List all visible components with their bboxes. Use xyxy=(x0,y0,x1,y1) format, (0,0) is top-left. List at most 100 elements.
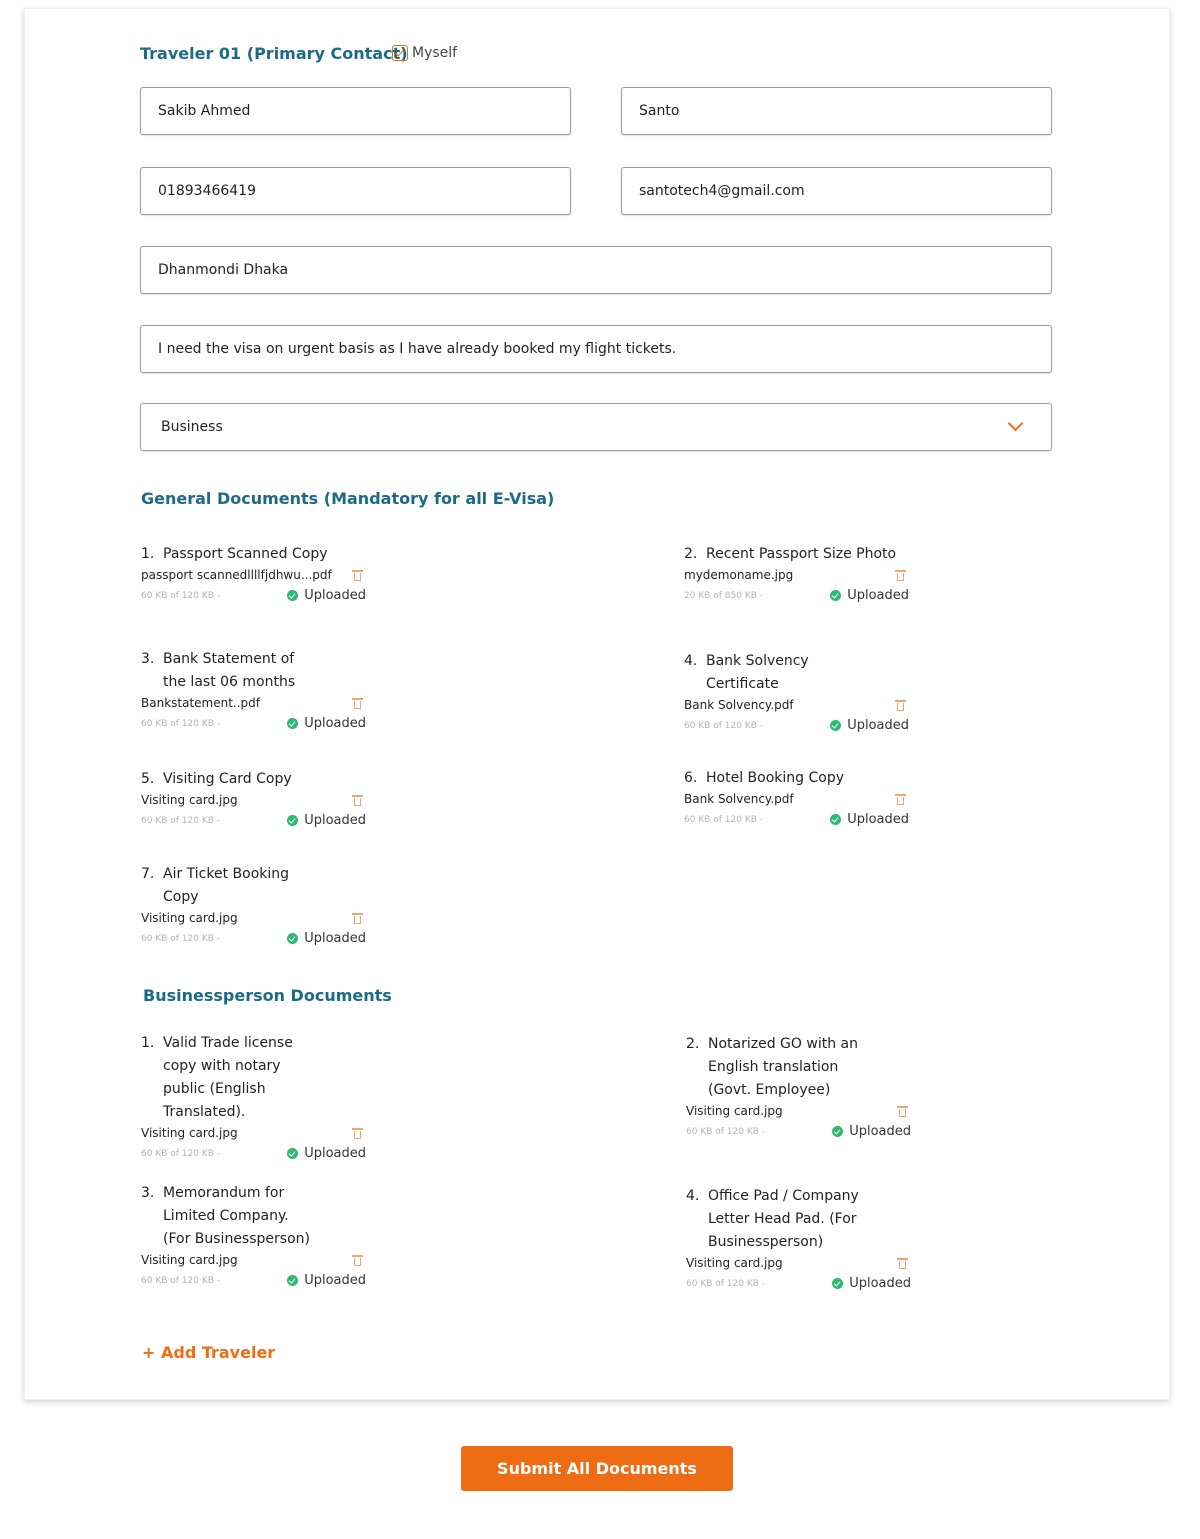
check-circle-icon xyxy=(287,815,299,826)
email-input[interactable]: santotech4@gmail.com xyxy=(621,167,1052,215)
submit-button[interactable]: Submit All Documents xyxy=(461,1446,733,1491)
document-item: 2. Notarized GO with an English translati… xyxy=(686,1033,911,1139)
document-meta: 60 KB of 120 KB - Uploaded xyxy=(141,588,366,603)
document-meta: 60 KB of 120 KB - Uploaded xyxy=(684,718,909,733)
phone-input[interactable]: 01893466419 xyxy=(140,167,571,215)
document-meta: 20 KB of 850 KB - Uploaded xyxy=(684,588,909,603)
file-name[interactable]: Visiting card.jpg xyxy=(141,1126,238,1140)
last-name-input[interactable]: Santo xyxy=(621,87,1052,135)
upload-status: Uploaded xyxy=(830,718,909,733)
document-meta: 60 KB of 120 KB - Uploaded xyxy=(684,812,909,827)
document-name: Notarized GO with an English translation… xyxy=(708,1036,858,1098)
check-circle-icon xyxy=(287,933,299,944)
document-meta: 60 KB of 120 KB - Uploaded xyxy=(141,716,366,731)
file-name[interactable]: Bankstatement..pdf xyxy=(141,696,260,710)
status-label: Uploaded xyxy=(847,718,909,733)
file-name[interactable]: passport scannedllllfjdhwu...pdf xyxy=(141,568,332,582)
trash-icon[interactable] xyxy=(352,697,363,709)
file-size: 60 KB of 120 KB - xyxy=(141,1275,221,1286)
document-item: 4. Bank Solvency Certificate Bank Solvency… xyxy=(684,650,909,733)
business-docs-title: Businessperson Documents xyxy=(143,986,392,1005)
document-item: 6. Hotel Booking Copy Bank Solvency.pdf 60 … xyxy=(684,767,909,827)
trash-icon[interactable] xyxy=(352,794,363,806)
address-input[interactable]: Dhanmondi Dhaka xyxy=(140,246,1052,294)
document-number: 1. xyxy=(141,1035,155,1051)
status-label: Uploaded xyxy=(304,931,366,946)
trash-icon[interactable] xyxy=(897,1105,908,1117)
document-file-row: Visiting card.jpg xyxy=(141,1126,366,1140)
document-name: Visiting Card Copy xyxy=(163,771,292,787)
traveler-title: Traveler 01 (Primary Contact) xyxy=(140,44,408,63)
status-label: Uploaded xyxy=(847,588,909,603)
visa-type-select[interactable]: Business xyxy=(140,403,1052,451)
file-name[interactable]: mydemoname.jpg xyxy=(684,568,793,582)
file-size: 60 KB of 120 KB - xyxy=(141,590,221,601)
checkbox-icon[interactable] xyxy=(392,45,408,61)
status-label: Uploaded xyxy=(849,1124,911,1139)
document-file-row: Bank Solvency.pdf xyxy=(684,792,909,806)
check-circle-icon xyxy=(287,718,299,729)
document-name: Passport Scanned Copy xyxy=(163,546,328,562)
document-name: Recent Passport Size Photo xyxy=(706,546,897,562)
trash-icon[interactable] xyxy=(895,699,906,711)
first-name-input[interactable]: Sakib Ahmed xyxy=(140,87,571,135)
trash-icon[interactable] xyxy=(352,1127,363,1139)
file-name[interactable]: Visiting card.jpg xyxy=(141,793,238,807)
document-number: 6. xyxy=(684,770,698,786)
check-circle-icon xyxy=(830,814,842,825)
trash-icon[interactable] xyxy=(897,1257,908,1269)
trash-icon[interactable] xyxy=(352,1254,363,1266)
file-size: 20 KB of 850 KB - xyxy=(684,590,764,601)
document-item: 1. Passport Scanned Copy passport scannedl… xyxy=(141,543,366,603)
trash-icon[interactable] xyxy=(895,569,906,581)
check-circle-icon xyxy=(830,590,842,601)
status-label: Uploaded xyxy=(304,813,366,828)
document-name: Office Pad / Company Letter Head Pad. (F… xyxy=(708,1188,859,1250)
document-title: 1. Passport Scanned Copy xyxy=(141,543,366,566)
document-number: 2. xyxy=(684,546,698,562)
add-traveler-link[interactable]: + Add Traveler xyxy=(142,1343,275,1362)
upload-status: Uploaded xyxy=(832,1276,911,1291)
file-size: 60 KB of 120 KB - xyxy=(141,1148,221,1159)
trash-icon[interactable] xyxy=(352,912,363,924)
file-name[interactable]: Visiting card.jpg xyxy=(141,1253,238,1267)
document-item: 5. Visiting Card Copy Visiting card.jpg 60 … xyxy=(141,768,366,828)
check-circle-icon xyxy=(832,1278,844,1289)
trash-icon[interactable] xyxy=(895,793,906,805)
check-circle-icon xyxy=(287,1148,299,1159)
document-name: Bank Statement of the last 06 months xyxy=(163,651,296,690)
status-label: Uploaded xyxy=(847,812,909,827)
document-title: 1. Valid Trade license copy with notary p… xyxy=(141,1032,366,1124)
trash-icon[interactable] xyxy=(352,569,363,581)
document-meta: 60 KB of 120 KB - Uploaded xyxy=(141,1273,366,1288)
document-title: 2. Recent Passport Size Photo xyxy=(684,543,909,566)
document-title: 6. Hotel Booking Copy xyxy=(684,767,909,790)
file-size: 60 KB of 120 KB - xyxy=(686,1126,766,1137)
document-number: 4. xyxy=(684,653,698,669)
upload-status: Uploaded xyxy=(832,1124,911,1139)
document-file-row: Visiting card.jpg xyxy=(141,793,366,807)
file-name[interactable]: Visiting card.jpg xyxy=(686,1104,783,1118)
document-name: Valid Trade license copy with notary pub… xyxy=(163,1035,293,1120)
document-number: 3. xyxy=(141,651,155,667)
document-meta: 60 KB of 120 KB - Uploaded xyxy=(686,1124,911,1139)
upload-status: Uploaded xyxy=(287,1146,366,1161)
myself-checkbox[interactable]: Myself xyxy=(392,45,457,61)
document-name: Hotel Booking Copy xyxy=(706,770,844,786)
file-name[interactable]: Bank Solvency.pdf xyxy=(684,792,794,806)
file-name[interactable]: Visiting card.jpg xyxy=(686,1256,783,1270)
document-title: 7. Air Ticket Booking Copy xyxy=(141,863,366,909)
file-name[interactable]: Bank Solvency.pdf xyxy=(684,698,794,712)
upload-status: Uploaded xyxy=(287,813,366,828)
file-name[interactable]: Visiting card.jpg xyxy=(141,911,238,925)
document-item: 3. Bank Statement of the last 06 months Ba… xyxy=(141,648,366,731)
status-label: Uploaded xyxy=(849,1276,911,1291)
document-meta: 60 KB of 120 KB - Uploaded xyxy=(686,1276,911,1291)
document-name: Bank Solvency Certificate xyxy=(706,653,809,692)
status-label: Uploaded xyxy=(304,1273,366,1288)
file-size: 60 KB of 120 KB - xyxy=(684,814,764,825)
general-docs-title: General Documents (Mandatory for all E-V… xyxy=(141,489,555,508)
note-input[interactable]: I need the visa on urgent basis as I hav… xyxy=(140,325,1052,373)
upload-status: Uploaded xyxy=(287,716,366,731)
document-file-row: mydemoname.jpg xyxy=(684,568,909,582)
